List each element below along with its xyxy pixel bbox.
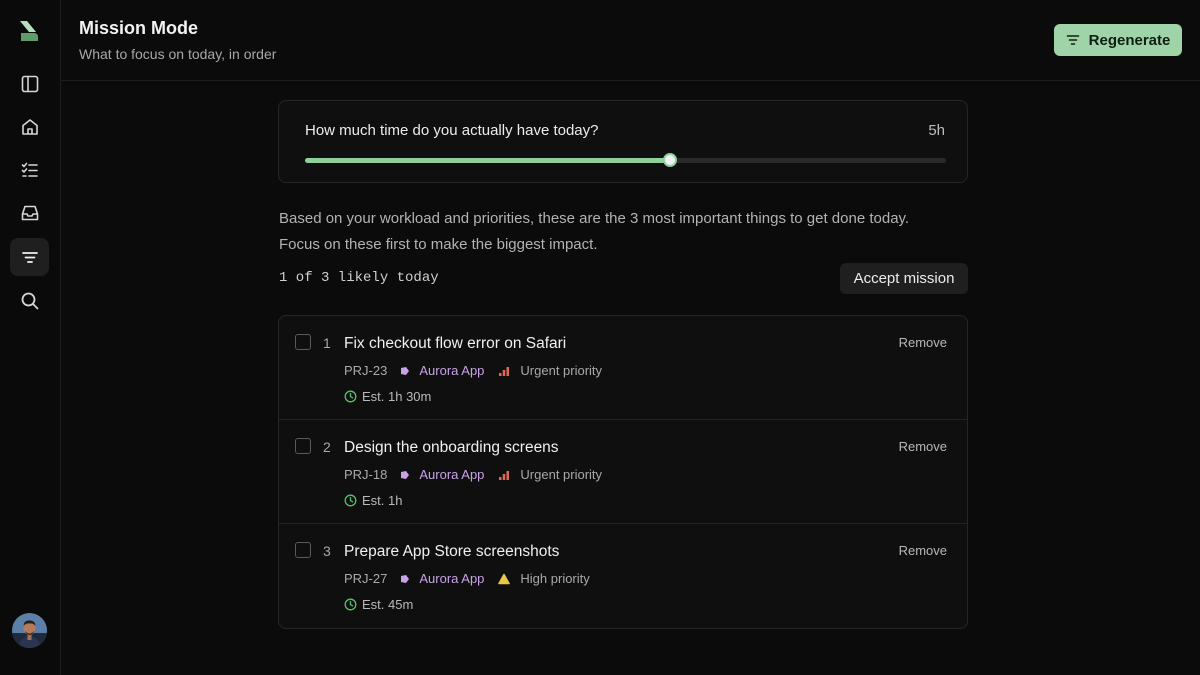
sidebar-item-tasks[interactable]	[10, 151, 49, 189]
project-tag-icon	[401, 574, 410, 583]
task-priority: Urgent priority	[498, 363, 602, 378]
slider-fill	[305, 158, 671, 163]
task-meta: PRJ-27 Aurora App High priority	[344, 571, 590, 586]
task-priority: Urgent priority	[498, 467, 602, 482]
task-priority-label: Urgent priority	[520, 363, 603, 378]
task-title[interactable]: Prepare App Store screenshots	[344, 543, 559, 561]
sidebar-item-panel[interactable]	[10, 65, 49, 103]
clock-icon	[344, 494, 357, 507]
task-estimate-label: Est. 1h 30m	[362, 389, 432, 404]
time-value: 5h	[928, 122, 945, 139]
slider-thumb[interactable]	[663, 153, 678, 167]
page-subtitle: What to focus on today, in order	[79, 46, 277, 62]
task-estimate-label: Est. 1h	[362, 493, 403, 508]
checklist-icon	[21, 162, 38, 177]
project-tag-icon	[401, 470, 410, 479]
filter-icon	[1066, 35, 1079, 45]
search-icon	[21, 292, 38, 310]
task-number: 3	[323, 543, 331, 559]
task-row[interactable]: 1 Fix checkout flow error on Safari PRJ-…	[279, 316, 967, 420]
time-question: How much time do you actually have today…	[305, 122, 599, 139]
remove-task-button[interactable]: Remove	[899, 335, 947, 350]
task-project-label: Aurora App	[419, 571, 485, 586]
remove-task-button[interactable]: Remove	[899, 543, 947, 558]
task-meta: PRJ-23 Aurora App Urgent priority	[344, 363, 602, 378]
task-checkbox[interactable]	[295, 334, 311, 350]
sidebar-item-home[interactable]	[10, 108, 49, 146]
remove-task-button[interactable]: Remove	[899, 439, 947, 454]
sidebar	[0, 0, 61, 675]
task-id: PRJ-18	[344, 467, 388, 482]
task-row[interactable]: 2 Design the onboarding screens PRJ-18 A…	[279, 420, 967, 524]
urgent-priority-icon	[499, 470, 510, 480]
panel-icon	[21, 75, 38, 93]
task-row[interactable]: 3 Prepare App Store screenshots PRJ-27 A…	[279, 524, 967, 628]
accept-mission-button[interactable]: Accept mission	[840, 263, 968, 294]
task-number: 1	[323, 335, 331, 351]
task-id: PRJ-23	[344, 363, 388, 378]
inbox-icon	[21, 205, 38, 221]
app-logo-icon[interactable]	[18, 19, 40, 43]
time-slider[interactable]	[305, 153, 946, 167]
project-tag-icon	[401, 366, 410, 375]
task-project[interactable]: Aurora App	[400, 467, 484, 482]
task-estimate-label: Est. 45m	[362, 597, 414, 612]
task-project-label: Aurora App	[419, 363, 485, 378]
filter-icon	[21, 252, 38, 263]
task-estimate: Est. 1h 30m	[344, 389, 431, 404]
page-header: Mission Mode What to focus on today, in …	[61, 0, 1200, 81]
mission-description: Based on your workload and priorities, t…	[279, 206, 969, 258]
high-priority-icon	[498, 573, 511, 584]
sidebar-item-search[interactable]	[10, 282, 49, 320]
page-title: Mission Mode	[79, 18, 199, 38]
task-id: PRJ-27	[344, 571, 388, 586]
task-list: 1 Fix checkout flow error on Safari PRJ-…	[278, 315, 968, 629]
task-priority-label: High priority	[520, 571, 590, 586]
task-estimate: Est. 1h	[344, 493, 402, 508]
time-available-card: How much time do you actually have today…	[278, 100, 968, 183]
task-priority-label: Urgent priority	[520, 467, 603, 482]
task-title[interactable]: Design the onboarding screens	[344, 439, 559, 457]
task-project[interactable]: Aurora App	[400, 571, 484, 586]
sidebar-item-inbox[interactable]	[10, 194, 49, 232]
description-line-1: Based on your workload and priorities, t…	[279, 210, 910, 227]
task-priority: High priority	[498, 571, 590, 586]
regenerate-label: Regenerate	[1088, 31, 1171, 49]
description-line-2: Focus on these first to make the biggest…	[279, 236, 598, 253]
likely-count: 1 of 3 likely today	[279, 270, 439, 286]
regenerate-button[interactable]: Regenerate	[1054, 24, 1182, 56]
home-icon	[21, 119, 38, 135]
user-avatar-icon	[12, 613, 47, 648]
task-meta: PRJ-18 Aurora App Urgent priority	[344, 467, 602, 482]
task-project[interactable]: Aurora App	[400, 363, 484, 378]
clock-icon	[344, 390, 357, 403]
urgent-priority-icon	[499, 366, 510, 376]
task-estimate: Est. 45m	[344, 597, 413, 612]
task-project-label: Aurora App	[419, 467, 485, 482]
task-number: 2	[323, 439, 331, 455]
sidebar-item-mission[interactable]	[10, 238, 49, 276]
task-checkbox[interactable]	[295, 542, 311, 558]
avatar[interactable]	[12, 613, 47, 648]
task-checkbox[interactable]	[295, 438, 311, 454]
clock-icon	[344, 598, 357, 611]
task-title[interactable]: Fix checkout flow error on Safari	[344, 335, 566, 353]
